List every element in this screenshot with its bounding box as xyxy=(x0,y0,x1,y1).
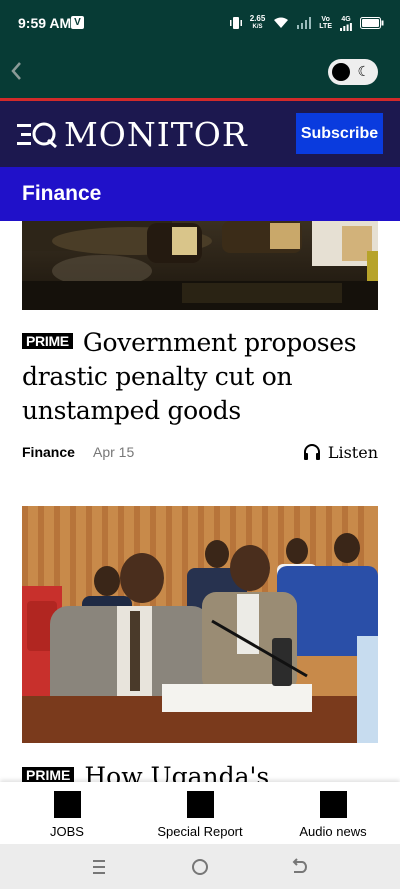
toggle-knob xyxy=(332,63,350,81)
section-header: Finance xyxy=(0,167,400,221)
jobs-icon xyxy=(53,791,81,818)
vibrate-icon xyxy=(229,17,242,29)
article-title: How Uganda's xyxy=(84,762,270,782)
nav-item-audio-news[interactable]: Audio news xyxy=(268,791,398,839)
logo-mark-icon xyxy=(17,122,57,149)
menu-icon xyxy=(93,860,105,874)
article-meta: Finance Apr 15 Listen xyxy=(22,442,378,466)
nav-item-jobs[interactable]: JOBS xyxy=(2,791,132,839)
article-image[interactable] xyxy=(22,221,378,310)
headphones-icon xyxy=(303,444,320,460)
battery-icon xyxy=(360,17,384,29)
article-feed[interactable]: PRIME Government proposes drastic penalty… xyxy=(0,221,400,782)
signal-4g: 4G xyxy=(340,16,352,31)
logo-text: MONITOR xyxy=(64,115,248,154)
logo[interactable]: MONITOR xyxy=(16,115,248,155)
article-section-link[interactable]: Finance xyxy=(22,444,75,460)
chevron-left-icon xyxy=(11,62,21,80)
special-report-icon xyxy=(186,791,214,818)
back-arrow-icon xyxy=(292,858,307,873)
status-icons: 2.65 K/S Vo LTE 4G xyxy=(229,13,384,33)
net-speed: 2.65 K/S xyxy=(249,14,266,31)
nav-label: Special Report xyxy=(157,824,243,839)
status-time: 9:59 AM xyxy=(18,15,72,31)
listen-button[interactable]: Listen xyxy=(302,442,378,462)
system-navigation-bar xyxy=(0,844,400,889)
recents-button[interactable] xyxy=(89,857,109,877)
bottom-navigation: JOBS Special Report Audio news xyxy=(0,782,400,844)
home-circle-icon xyxy=(192,859,208,875)
prime-badge: PRIME xyxy=(22,333,73,349)
signal-icon xyxy=(340,22,352,31)
moon-icon: ☾ xyxy=(357,64,370,80)
system-back-button[interactable] xyxy=(289,857,309,877)
status-bar: 9:59 AM V 2.65 K/S Vo LTE 4G xyxy=(0,0,400,46)
wifi-icon xyxy=(274,17,289,28)
dark-mode-toggle[interactable]: ☾ xyxy=(328,59,378,85)
back-button[interactable] xyxy=(6,58,28,84)
volte-label: Vo LTE xyxy=(319,16,332,30)
nav-label: JOBS xyxy=(50,824,84,839)
audio-news-icon xyxy=(319,791,347,818)
prime-badge: PRIME xyxy=(22,767,75,782)
app-toolbar: ☾ xyxy=(0,46,400,98)
section-title: Finance xyxy=(22,182,102,205)
carrier-badge: V xyxy=(71,16,84,29)
article-photo xyxy=(22,506,378,743)
signal-weak-icon xyxy=(297,17,312,29)
nav-label: Audio news xyxy=(299,824,367,839)
article-headline[interactable]: PRIME Government proposes drastic penalty… xyxy=(22,326,382,428)
nav-item-special-report[interactable]: Special Report xyxy=(135,791,265,839)
article-date: Apr 15 xyxy=(93,444,135,460)
article-image[interactable] xyxy=(22,506,378,743)
article-headline[interactable]: PRIME How Uganda's xyxy=(22,760,382,782)
article-photo xyxy=(22,221,378,310)
home-button[interactable] xyxy=(190,857,210,877)
listen-label: Listen xyxy=(327,442,378,462)
site-header: MONITOR Subscribe xyxy=(0,101,400,167)
subscribe-button[interactable]: Subscribe xyxy=(296,113,383,154)
